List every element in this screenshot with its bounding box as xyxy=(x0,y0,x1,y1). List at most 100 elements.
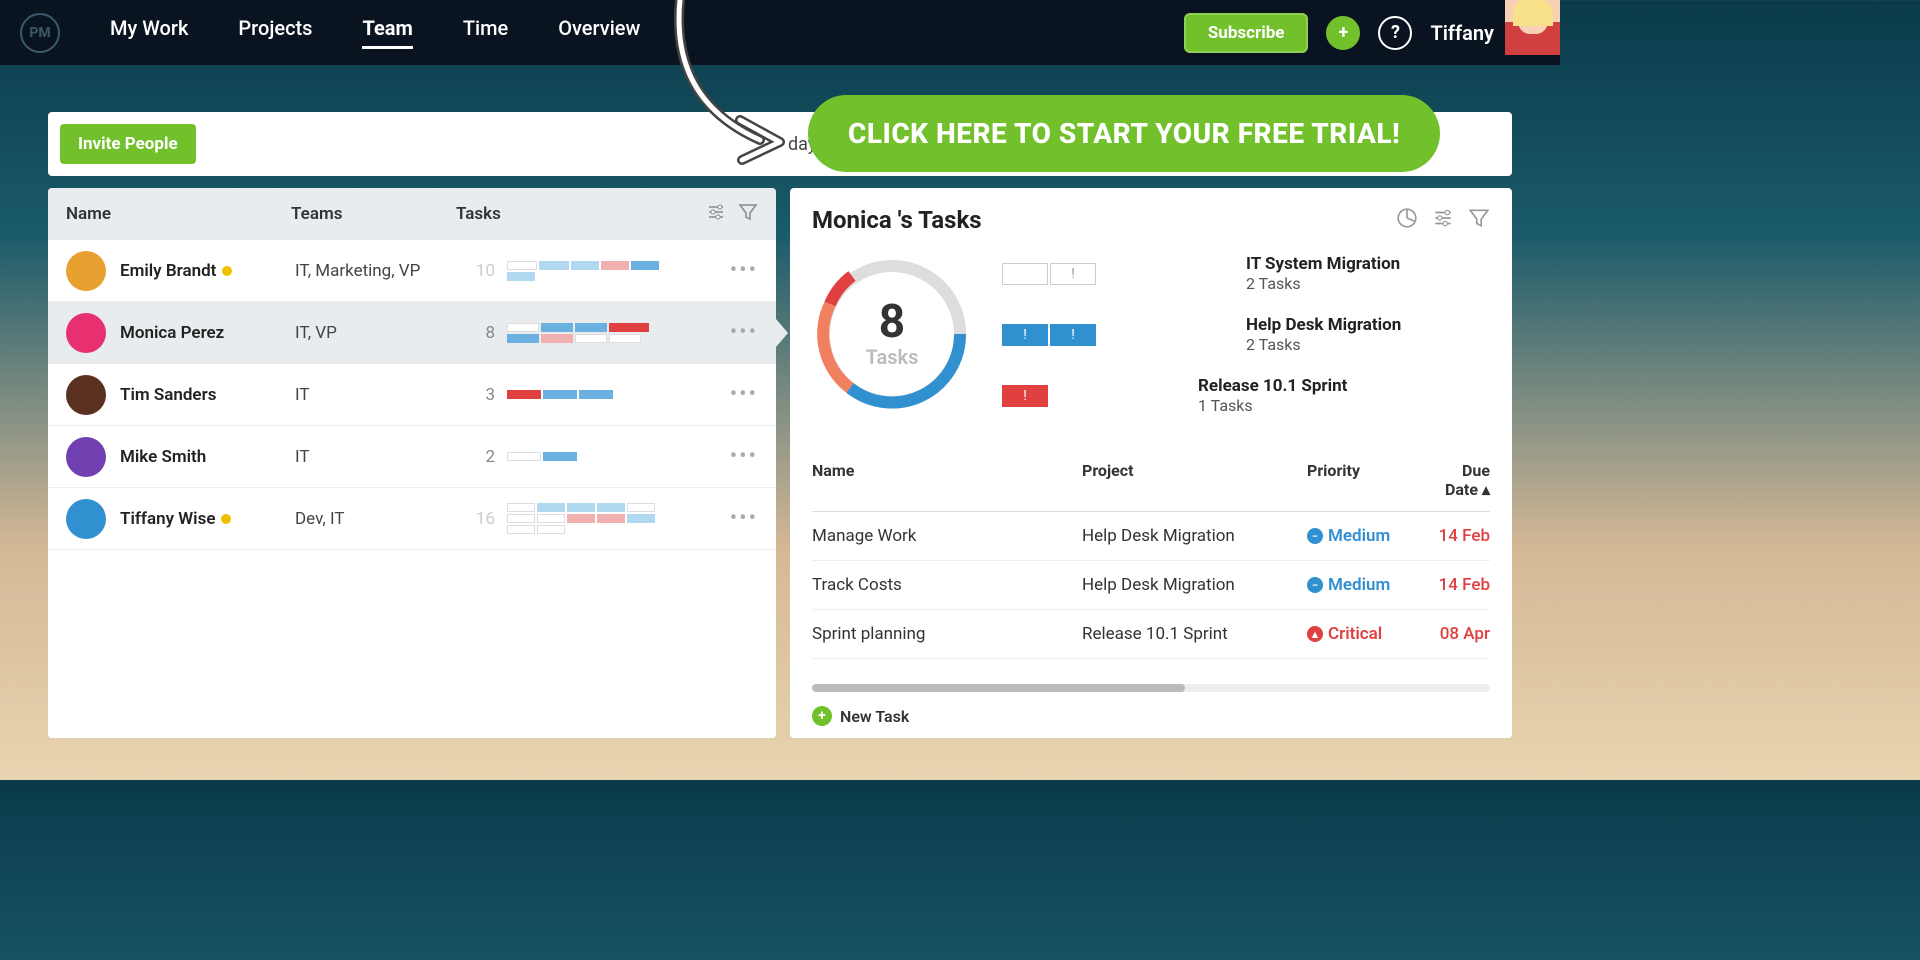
priority-bar: ! xyxy=(1002,324,1048,346)
project-item[interactable]: !! Help Desk Migration 2 Tasks xyxy=(1002,315,1490,354)
task-name: Manage Work xyxy=(812,526,1082,546)
priority-icon: − xyxy=(1307,577,1323,593)
more-icon[interactable]: ••• xyxy=(730,444,758,469)
task-priority: −Medium xyxy=(1307,575,1427,595)
tasks-donut: 8 Tasks xyxy=(812,254,972,414)
help-button[interactable]: ? xyxy=(1378,16,1412,50)
donut-label: Tasks xyxy=(866,345,919,369)
task-due-date: 14 Feb xyxy=(1427,526,1490,546)
team-table-header: Name Teams Tasks xyxy=(48,188,776,240)
summary: 8 Tasks ! IT System Migration 2 Tasks !!… xyxy=(790,248,1512,449)
user-name[interactable]: Tiffany xyxy=(1430,21,1494,45)
member-avatar xyxy=(66,499,106,539)
more-icon[interactable]: ••• xyxy=(730,382,758,407)
task-due-date: 08 Apr xyxy=(1427,624,1490,644)
member-row[interactable]: Tim Sanders IT 3 ••• xyxy=(48,364,776,426)
project-task-count: 2 Tasks xyxy=(1246,335,1401,354)
task-project: Release 10.1 Sprint xyxy=(1082,624,1307,644)
member-row[interactable]: Monica Perez IT, VP 8 ••• xyxy=(48,302,776,364)
task-name: Track Costs xyxy=(812,575,1082,595)
more-icon[interactable]: ••• xyxy=(730,320,758,345)
task-row[interactable]: Sprint planning Release 10.1 Sprint ▲Cri… xyxy=(812,610,1490,659)
plus-icon: + xyxy=(812,706,832,726)
nav-item-projects[interactable]: Projects xyxy=(238,16,312,49)
invite-people-button[interactable]: Invite People xyxy=(60,124,196,164)
task-project: Help Desk Migration xyxy=(1082,575,1307,595)
priority-icon: ▲ xyxy=(1307,626,1323,642)
project-item[interactable]: ! IT System Migration 2 Tasks xyxy=(1002,254,1490,293)
priority-bar: ! xyxy=(1050,263,1096,285)
nav-item-overview[interactable]: Overview xyxy=(558,16,640,49)
member-task-count: 10 xyxy=(460,261,495,281)
th-teams[interactable]: Teams xyxy=(291,204,456,224)
nav-item-time[interactable]: Time xyxy=(463,16,508,49)
status-dot-icon xyxy=(222,266,232,276)
project-name: Help Desk Migration xyxy=(1246,315,1401,335)
status-dot-icon xyxy=(221,514,231,524)
member-name: Tim Sanders xyxy=(120,385,295,405)
nav-item-my-work[interactable]: My Work xyxy=(110,16,188,49)
member-teams: Dev, IT xyxy=(295,509,460,529)
member-teams: IT xyxy=(295,447,460,467)
member-row[interactable]: Tiffany Wise Dev, IT 16 ••• xyxy=(48,488,776,550)
member-row[interactable]: Mike Smith IT 2 ••• xyxy=(48,426,776,488)
member-teams: IT, VP xyxy=(295,323,460,343)
priority-icon: − xyxy=(1307,528,1323,544)
priority-bar: ! xyxy=(1002,385,1048,407)
project-item[interactable]: ! Release 10.1 Sprint 1 Tasks xyxy=(1002,376,1490,415)
project-task-count: 2 Tasks xyxy=(1246,274,1400,293)
nav-item-team[interactable]: Team xyxy=(362,16,412,49)
task-row[interactable]: Track Costs Help Desk Migration −Medium … xyxy=(812,561,1490,610)
member-task-count: 2 xyxy=(460,447,495,467)
tth-name[interactable]: Name xyxy=(812,461,1082,499)
nav-items: My Work Projects Team Time Overview xyxy=(110,16,640,49)
new-task-button[interactable]: + New Task xyxy=(790,692,1512,726)
more-icon[interactable]: ••• xyxy=(730,506,758,531)
donut-number: 8 xyxy=(866,299,919,345)
tth-due[interactable]: Due Date ▴ xyxy=(1427,461,1490,499)
task-name: Sprint planning xyxy=(812,624,1082,644)
member-task-count: 16 xyxy=(460,509,495,529)
member-avatar xyxy=(66,375,106,415)
member-name: Emily Brandt xyxy=(120,261,295,281)
new-task-label: New Task xyxy=(840,707,909,726)
task-row[interactable]: Manage Work Help Desk Migration −Medium … xyxy=(812,512,1490,561)
priority-bar: ! xyxy=(1050,324,1096,346)
avatar[interactable] xyxy=(1505,0,1560,55)
detail-title: Monica 's Tasks xyxy=(812,206,982,234)
add-button[interactable]: + xyxy=(1326,16,1360,50)
project-list: ! IT System Migration 2 Tasks !! Help De… xyxy=(1002,254,1490,437)
task-priority: ▲Critical xyxy=(1307,624,1427,644)
th-tasks[interactable]: Tasks xyxy=(456,204,706,224)
member-row[interactable]: Emily Brandt IT, Marketing, VP 10 ••• xyxy=(48,240,776,302)
filter-icon[interactable] xyxy=(1468,207,1490,233)
cta-banner[interactable]: CLICK HERE TO START YOUR FREE TRIAL! xyxy=(808,95,1440,172)
priority-bar xyxy=(1002,263,1048,285)
more-icon[interactable]: ••• xyxy=(730,258,758,283)
task-project: Help Desk Migration xyxy=(1082,526,1307,546)
task-table-header: Name Project Priority Due Date ▴ xyxy=(812,449,1490,512)
th-name[interactable]: Name xyxy=(66,204,291,224)
logo[interactable]: PM xyxy=(20,13,60,53)
task-due-date: 14 Feb xyxy=(1427,575,1490,595)
subscribe-button[interactable]: Subscribe xyxy=(1184,13,1309,53)
member-task-bars xyxy=(507,323,682,343)
content: Name Teams Tasks Emily Brandt IT, Market… xyxy=(48,188,1512,738)
tth-priority[interactable]: Priority xyxy=(1307,461,1427,499)
detail-header: Monica 's Tasks xyxy=(790,206,1512,248)
member-avatar xyxy=(66,437,106,477)
detail-panel: Monica 's Tasks 8 Tasks xyxy=(790,188,1512,738)
settings-sliders-icon[interactable] xyxy=(706,202,726,227)
tth-project[interactable]: Project xyxy=(1082,461,1307,499)
member-name: Mike Smith xyxy=(120,447,295,467)
member-teams: IT xyxy=(295,385,460,405)
member-task-count: 3 xyxy=(460,385,495,405)
project-task-count: 1 Tasks xyxy=(1198,396,1347,415)
filter-icon[interactable] xyxy=(738,202,758,227)
pie-chart-icon[interactable] xyxy=(1396,207,1418,233)
member-task-bars xyxy=(507,503,682,534)
settings-sliders-icon[interactable] xyxy=(1432,207,1454,233)
member-name: Tiffany Wise xyxy=(120,509,295,529)
task-table: Name Project Priority Due Date ▴ Manage … xyxy=(790,449,1512,676)
horizontal-scrollbar[interactable] xyxy=(812,684,1490,692)
